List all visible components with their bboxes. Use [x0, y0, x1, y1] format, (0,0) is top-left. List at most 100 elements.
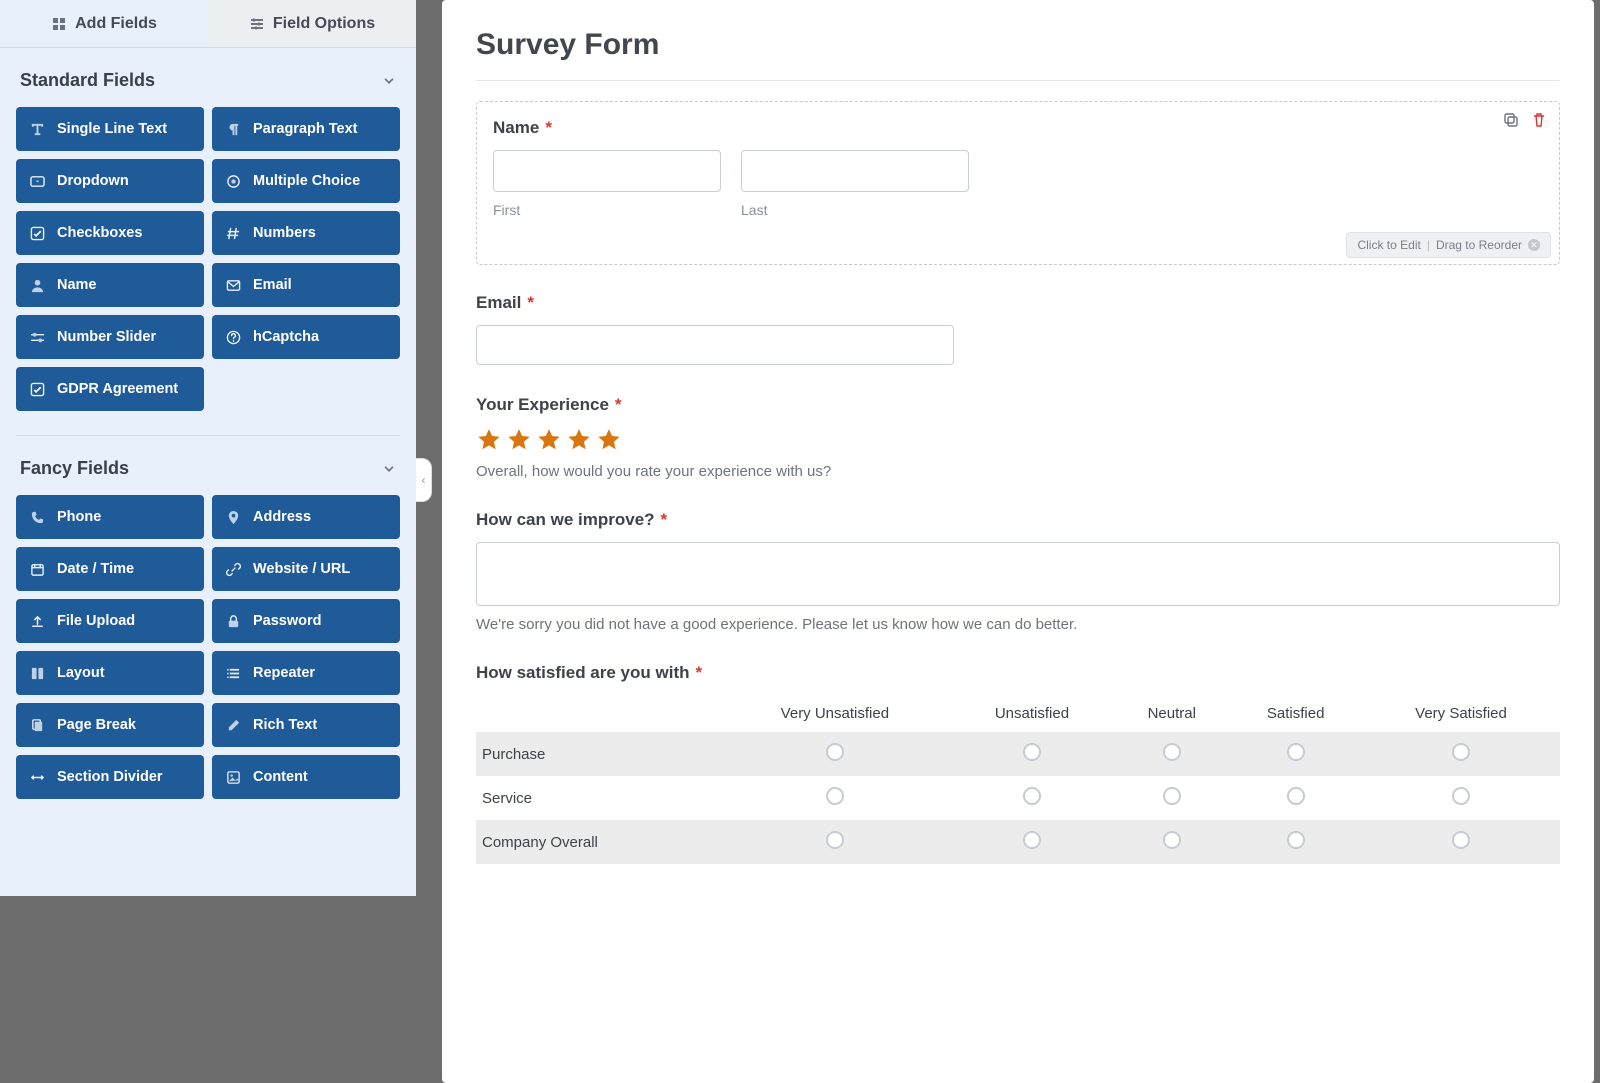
user-icon	[30, 278, 45, 293]
field-type-paragraph-text[interactable]: Paragraph Text	[212, 107, 400, 151]
tab-field-options[interactable]: Field Options	[208, 0, 416, 47]
field-type-label: Single Line Text	[57, 121, 167, 137]
star-icon[interactable]	[476, 427, 502, 453]
field-type-email[interactable]: Email	[212, 263, 400, 307]
field-type-content[interactable]: Content	[212, 755, 400, 799]
chevron-down-icon	[382, 462, 396, 476]
field-type-multiple-choice[interactable]: Multiple Choice	[212, 159, 400, 203]
field-type-label: Checkboxes	[57, 225, 142, 241]
selected-field-hint[interactable]: Click to Edit | Drag to Reorder ✕	[1346, 232, 1551, 258]
likert-radio[interactable]	[1163, 787, 1181, 805]
sidebar-scroll[interactable]: Standard Fields Single Line Text Paragrap…	[0, 48, 416, 896]
field-type-label: hCaptcha	[253, 329, 319, 345]
field-type-numbers[interactable]: Numbers	[212, 211, 400, 255]
field-type-file-upload[interactable]: File Upload	[16, 599, 204, 643]
improve-textarea[interactable]	[476, 542, 1560, 606]
columns-icon	[30, 666, 45, 681]
field-type-hcaptcha[interactable]: hCaptcha	[212, 315, 400, 359]
pages-icon	[30, 718, 45, 733]
form-field-improve[interactable]: How can we improve? * We're sorry you di…	[476, 510, 1560, 633]
likert-radio[interactable]	[1163, 743, 1181, 761]
field-type-single-line-text[interactable]: Single Line Text	[16, 107, 204, 151]
field-type-repeater[interactable]: Repeater	[212, 651, 400, 695]
field-type-label: Content	[253, 769, 308, 785]
delete-icon[interactable]	[1531, 112, 1547, 128]
duplicate-icon[interactable]	[1503, 112, 1519, 128]
field-type-label: Page Break	[57, 717, 136, 733]
likert-radio[interactable]	[1163, 831, 1181, 849]
panel-collapse-toggle[interactable]: ‹	[416, 458, 432, 502]
likert-radio[interactable]	[826, 831, 844, 849]
form-canvas: Survey Form Name * First Last	[442, 0, 1594, 1083]
star-icon[interactable]	[566, 427, 592, 453]
field-type-label: Address	[253, 509, 311, 525]
likert-radio[interactable]	[1023, 787, 1041, 805]
field-type-label: Phone	[57, 509, 101, 525]
likert-radio[interactable]	[1452, 743, 1470, 761]
likert-column-header: Unsatisfied	[950, 695, 1114, 732]
field-label-text: Email	[476, 293, 521, 313]
form-field-likert[interactable]: How satisfied are you with * Very Unsati…	[476, 663, 1560, 864]
likert-radio[interactable]	[1287, 787, 1305, 805]
form-title[interactable]: Survey Form	[476, 28, 1560, 81]
field-type-label: Rich Text	[253, 717, 317, 733]
field-type-gdpr-agreement[interactable]: GDPR Agreement	[16, 367, 204, 411]
star-icon[interactable]	[536, 427, 562, 453]
first-name-input[interactable]	[493, 150, 721, 192]
hint-divider: |	[1427, 238, 1430, 252]
likert-column-header: Very Satisfied	[1362, 695, 1560, 732]
section-header-standard[interactable]: Standard Fields	[16, 48, 400, 95]
likert-radio[interactable]	[826, 787, 844, 805]
hint-reorder: Drag to Reorder	[1436, 238, 1522, 252]
field-type-password[interactable]: Password	[212, 599, 400, 643]
field-type-label: Number Slider	[57, 329, 156, 345]
pin-icon	[226, 510, 241, 525]
likert-radio[interactable]	[1287, 743, 1305, 761]
field-type-dropdown[interactable]: Dropdown	[16, 159, 204, 203]
field-type-website-url[interactable]: Website / URL	[212, 547, 400, 591]
last-name-input[interactable]	[741, 150, 969, 192]
star-icon[interactable]	[506, 427, 532, 453]
field-type-checkboxes[interactable]: Checkboxes	[16, 211, 204, 255]
edit-icon	[226, 718, 241, 733]
likert-radio[interactable]	[1287, 831, 1305, 849]
likert-radio[interactable]	[826, 743, 844, 761]
form-field-experience[interactable]: Your Experience * Overall, how would you…	[476, 395, 1560, 480]
field-label-text: Name	[493, 118, 539, 138]
star-rating[interactable]	[476, 427, 1560, 453]
tab-add-fields[interactable]: Add Fields	[0, 0, 208, 47]
star-icon[interactable]	[596, 427, 622, 453]
sidebar: Add Fields Field Options Standard Fields…	[0, 0, 416, 896]
likert-column-header: Neutral	[1114, 695, 1229, 732]
likert-row-label: Purchase	[476, 732, 720, 776]
field-type-rich-text[interactable]: Rich Text	[212, 703, 400, 747]
likert-radio[interactable]	[1023, 743, 1041, 761]
likert-column-header: Very Unsatisfied	[720, 695, 950, 732]
field-type-address[interactable]: Address	[212, 495, 400, 539]
field-type-section-divider[interactable]: Section Divider	[16, 755, 204, 799]
field-type-name[interactable]: Name	[16, 263, 204, 307]
likert-radio[interactable]	[1452, 787, 1470, 805]
field-type-label: GDPR Agreement	[57, 381, 178, 397]
field-label-text: Your Experience	[476, 395, 609, 415]
likert-row: Purchase	[476, 732, 1560, 776]
form-field-email[interactable]: Email *	[476, 293, 1560, 365]
field-type-page-break[interactable]: Page Break	[16, 703, 204, 747]
field-type-label: Date / Time	[57, 561, 134, 577]
likert-radio[interactable]	[1452, 831, 1470, 849]
field-type-label: Section Divider	[57, 769, 163, 785]
form-field-name[interactable]: Name * First Last Click to Edit | Drag t…	[476, 101, 1560, 265]
field-type-layout[interactable]: Layout	[16, 651, 204, 695]
hint-close-icon[interactable]: ✕	[1528, 239, 1540, 251]
likert-radio[interactable]	[1023, 831, 1041, 849]
sliders-icon	[249, 16, 265, 32]
chevron-left-icon: ‹	[422, 473, 426, 487]
field-type-number-slider[interactable]: Number Slider	[16, 315, 204, 359]
field-type-date-time[interactable]: Date / Time	[16, 547, 204, 591]
email-input[interactable]	[476, 325, 954, 365]
field-label-text: How can we improve?	[476, 510, 655, 530]
field-helper: We're sorry you did not have a good expe…	[476, 616, 1560, 633]
first-name-sublabel: First	[493, 202, 721, 218]
field-type-phone[interactable]: Phone	[16, 495, 204, 539]
section-header-fancy[interactable]: Fancy Fields	[16, 436, 400, 483]
